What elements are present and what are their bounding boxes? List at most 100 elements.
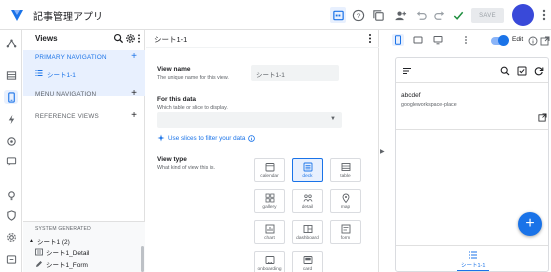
view-type-label: calendar — [260, 174, 279, 179]
help-circle-icon[interactable] — [527, 35, 539, 47]
view-item-label: シート1-1 — [47, 72, 76, 79]
gallery-icon — [265, 193, 275, 203]
view-type-help: What kind of view this is. — [157, 165, 215, 171]
desktop-preview-icon[interactable] — [432, 34, 444, 46]
deck-icon — [303, 162, 313, 172]
table-icon[interactable] — [4, 68, 18, 82]
security-shield-icon[interactable] — [4, 208, 18, 222]
add-record-fab[interactable]: + — [518, 212, 542, 236]
panel-splitter[interactable]: ▶ — [379, 30, 385, 272]
view-type-dashboard[interactable]: dashboard — [292, 220, 323, 244]
open-record-icon[interactable] — [538, 113, 547, 122]
mobile-preview-icon[interactable] — [392, 34, 404, 46]
preview-calendar-icon[interactable] — [330, 7, 346, 23]
open-in-new-icon[interactable] — [539, 35, 551, 47]
view-type-map[interactable]: map — [330, 189, 361, 213]
search-icon[interactable] — [500, 66, 510, 76]
automation-icon[interactable] — [4, 134, 18, 148]
more-vert-icon[interactable] — [460, 34, 472, 46]
app-title: 記事管理アプリ — [33, 12, 103, 23]
more-vert-icon[interactable] — [136, 33, 142, 44]
view-item-primary[interactable]: シート1-1 — [23, 66, 145, 80]
help-icon[interactable]: ? — [350, 7, 366, 23]
view-type-calendar[interactable]: calendar — [254, 158, 285, 182]
toggle-knob — [498, 35, 509, 46]
view-type-label: gallery — [262, 205, 277, 210]
view-name-label: View name — [157, 66, 191, 73]
menu-navigation-section: MENU NAVIGATION + — [23, 88, 145, 102]
system-group-toggle[interactable]: ▲ シート1 (2) — [29, 236, 70, 246]
views-icon[interactable] — [4, 90, 18, 104]
more-vert-icon[interactable] — [539, 7, 549, 23]
use-slices-label: Use slices to filter your data — [168, 134, 246, 142]
lightbulb-icon[interactable] — [4, 188, 18, 202]
view-type-label: dashboard — [296, 236, 319, 241]
menu-navigation-label: MENU NAVIGATION — [35, 91, 97, 98]
system-view-item[interactable]: シート1_Detail — [35, 247, 89, 257]
calendar-icon — [265, 163, 275, 172]
info-icon[interactable] — [248, 134, 256, 142]
view-type-table[interactable]: table — [330, 158, 361, 182]
sync-icon[interactable] — [534, 66, 544, 76]
record-title[interactable]: abcdef — [401, 92, 421, 99]
edit-label: Edit — [512, 36, 524, 43]
system-generated-label: SYSTEM GENERATED — [35, 226, 91, 232]
save-button[interactable]: SAVE — [471, 8, 504, 23]
menu-icon[interactable] — [402, 66, 412, 76]
undo-icon[interactable] — [413, 7, 429, 23]
for-data-label: For this data — [157, 96, 197, 103]
use-slices-link[interactable]: Use slices to filter your data — [157, 134, 256, 142]
view-editor: シート1-1 View name The unique name for thi… — [146, 30, 379, 272]
view-type-detail[interactable]: detail — [292, 189, 323, 213]
edit-toggle[interactable] — [491, 35, 509, 46]
view-type-label: form — [340, 236, 351, 241]
view-type-label: detail — [301, 205, 314, 210]
view-type-gallery[interactable]: gallery — [254, 189, 285, 213]
more-vert-icon[interactable] — [367, 33, 373, 44]
search-icon[interactable] — [113, 33, 124, 44]
add-reference-view-button[interactable]: + — [131, 110, 137, 121]
settings-gear-icon[interactable] — [4, 230, 18, 244]
chart-icon — [265, 224, 275, 234]
tablet-preview-icon[interactable] — [412, 34, 424, 46]
views-scrollbar[interactable] — [141, 246, 144, 272]
add-user-icon[interactable] — [392, 7, 408, 23]
bottom-nav-label[interactable]: シート1-1 — [461, 261, 485, 269]
view-type-label: View type — [157, 156, 187, 163]
record-subtitle: googleworkspace-place — [401, 102, 457, 108]
view-type-onboarding[interactable]: onboarding — [254, 251, 285, 272]
view-type-chart[interactable]: chart — [254, 220, 285, 244]
redo-icon[interactable] — [431, 7, 447, 23]
editor-title: シート1-1 — [154, 35, 188, 44]
view-type-label: card — [302, 267, 313, 272]
actions-icon[interactable] — [4, 112, 18, 126]
view-type-form[interactable]: form — [330, 220, 361, 244]
view-type-deck[interactable]: deck — [292, 158, 323, 182]
onboarding-icon — [265, 256, 275, 264]
list-icon[interactable] — [468, 250, 478, 260]
view-type-label: table — [340, 174, 351, 179]
collapse-right-icon[interactable]: ▶ — [380, 148, 385, 155]
views-header: Views — [23, 30, 145, 48]
view-type-label: onboarding — [257, 267, 282, 272]
view-type-card[interactable]: card — [292, 251, 323, 272]
data-icon[interactable] — [4, 36, 18, 50]
add-menu-view-button[interactable]: + — [131, 88, 137, 99]
views-panel: Views PRIMARY NAVIGATION + シート1-1 MENU N… — [23, 30, 145, 272]
manage-icon[interactable] — [4, 252, 18, 266]
check-icon[interactable] — [450, 7, 466, 23]
for-data-select[interactable]: ▼ — [157, 112, 342, 128]
view-type-label: deck — [302, 174, 313, 179]
copy-app-icon[interactable] — [370, 7, 386, 23]
avatar[interactable] — [512, 4, 534, 26]
view-type-label: map — [340, 205, 351, 210]
add-primary-view-button[interactable]: + — [131, 51, 137, 62]
system-view-label: シート1_Detail — [46, 250, 90, 257]
primary-navigation-label: PRIMARY NAVIGATION — [35, 54, 107, 61]
select-check-icon[interactable] — [517, 66, 527, 76]
chat-icon[interactable] — [4, 154, 18, 168]
system-view-item[interactable]: シート1_Form — [35, 259, 88, 269]
settings-icon[interactable] — [125, 33, 136, 44]
view-name-input[interactable]: シート1-1 — [251, 65, 339, 81]
detail-icon — [303, 194, 313, 202]
